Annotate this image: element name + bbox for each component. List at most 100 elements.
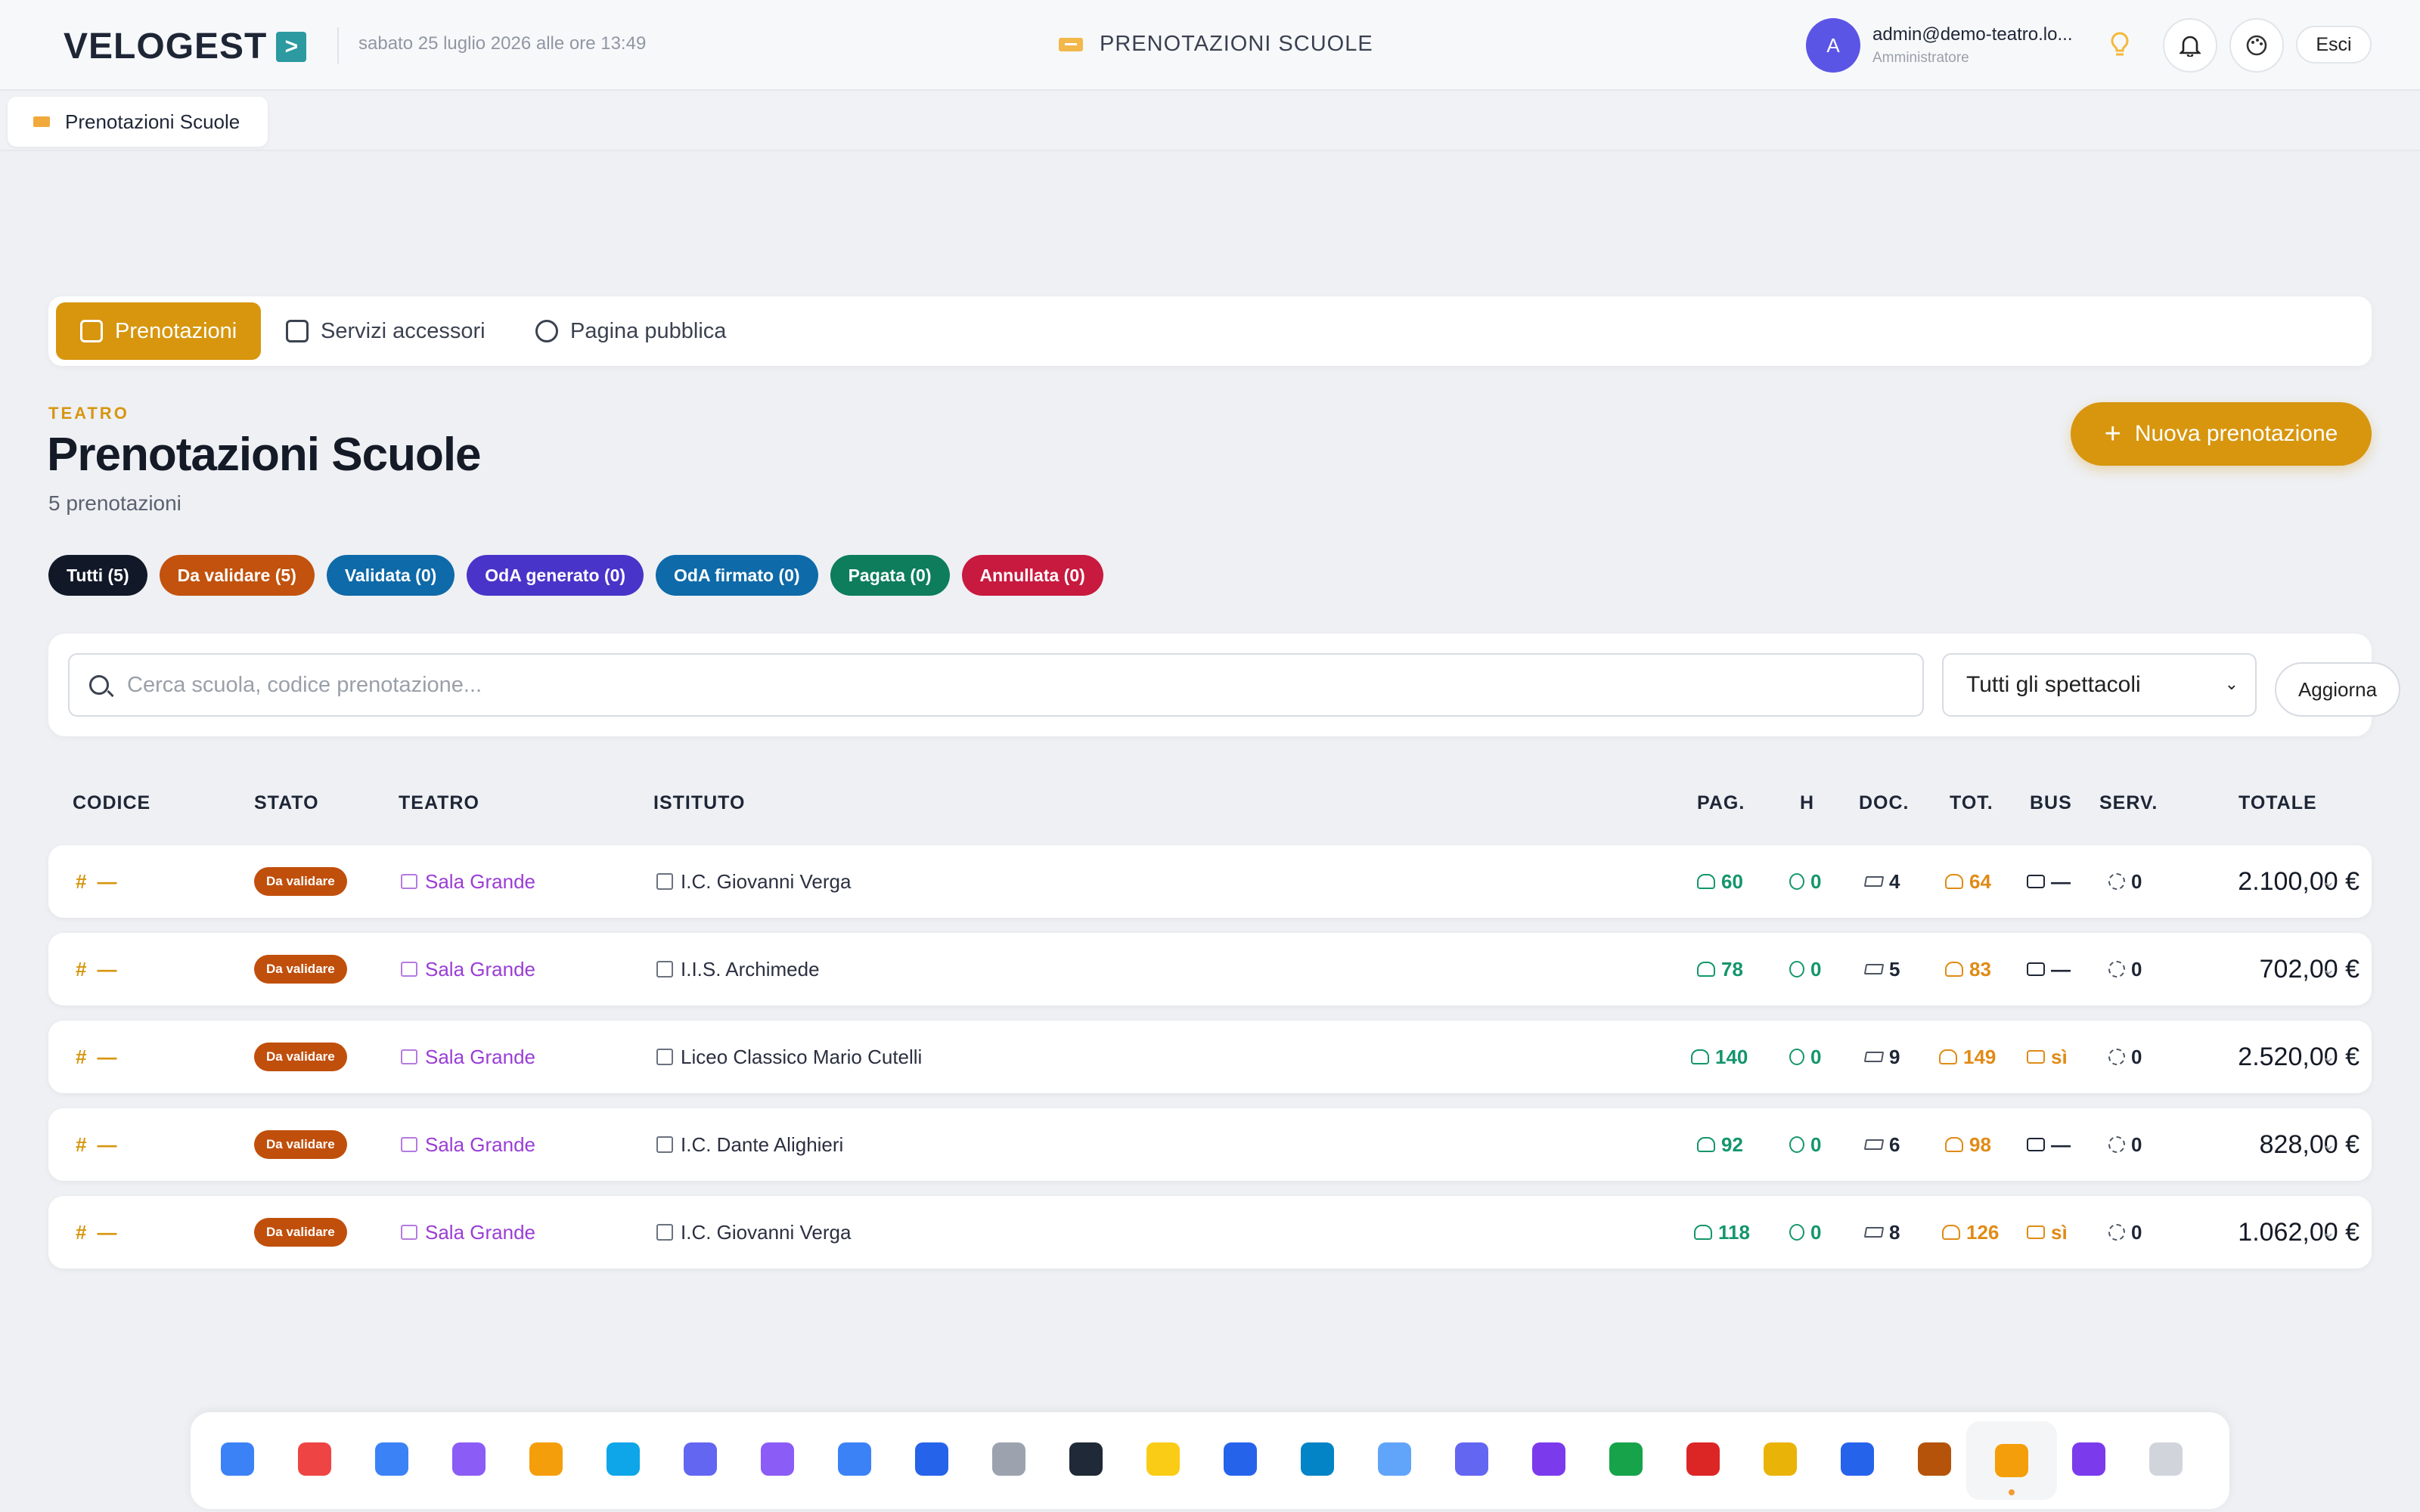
star-icon[interactable] <box>1143 1439 1183 1479</box>
filter-validata[interactable]: Validata (0) <box>326 555 455 596</box>
terminal-icon[interactable] <box>1066 1439 1106 1479</box>
top-bar: VELOGEST > sabato 25 luglio 2026 alle or… <box>0 0 2420 91</box>
page-title: Prenotazioni Scuole <box>47 429 482 481</box>
serv-value: 0 <box>2131 957 2142 981</box>
refresh-button[interactable]: Aggiorna <box>2275 662 2400 717</box>
col-stato[interactable]: STATO <box>254 792 319 814</box>
theatre-name[interactable]: Sala Grande <box>425 958 535 981</box>
booking-code: # — <box>76 1021 116 1093</box>
accessibility-icon <box>1789 961 1804 978</box>
calendar-icon[interactable] <box>295 1439 334 1479</box>
serv-value: 0 <box>2131 1220 2142 1244</box>
chevron-down-icon[interactable]: ⌄ <box>2322 1021 2335 1093</box>
theatre-masks-icon[interactable] <box>1761 1439 1800 1479</box>
doc-value: 4 <box>1889 869 1900 893</box>
apps-grid-icon[interactable] <box>218 1439 257 1479</box>
shop-icon[interactable] <box>1683 1439 1723 1479</box>
bell-icon[interactable] <box>2163 18 2217 73</box>
avatar[interactable]: A <box>1806 18 1860 73</box>
note-edit-icon[interactable] <box>2146 1439 2186 1479</box>
col-h[interactable]: H <box>1800 792 1814 814</box>
total-people-icon <box>1945 962 1963 977</box>
serv-value: 0 <box>2131 1132 2142 1156</box>
theatre-name[interactable]: Sala Grande <box>425 1221 535 1244</box>
filter-annullata[interactable]: Annullata (0) <box>961 555 1103 596</box>
theatre-name[interactable]: Sala Grande <box>425 1133 535 1157</box>
status-badge: Da validare <box>254 955 347 984</box>
calculator-icon[interactable] <box>758 1439 797 1479</box>
school-icon-glyph <box>1841 1442 1874 1476</box>
kanban-icon[interactable] <box>835 1439 874 1479</box>
bank-icon[interactable] <box>1915 1439 1954 1479</box>
open-page-tab[interactable]: Prenotazioni Scuole <box>8 97 268 147</box>
section-tabs: Prenotazioni Servizi accessori Pagina pu… <box>48 296 2372 366</box>
tab-servizi-accessori[interactable]: Servizi accessori <box>262 302 510 360</box>
home-icon[interactable] <box>2069 1439 2108 1479</box>
filter-oda-firmato[interactable]: OdA firmato (0) <box>656 555 818 596</box>
tab-prenotazioni[interactable]: Prenotazioni <box>56 302 262 360</box>
tab-pagina-pubblica[interactable]: Pagina pubblica <box>511 302 750 360</box>
col-tot[interactable]: TOT. <box>1950 792 1993 814</box>
app-dock <box>191 1412 2229 1509</box>
col-totale[interactable]: TOTALE <box>2238 792 2317 814</box>
app-logo[interactable]: VELOGEST > <box>64 26 307 67</box>
table-row[interactable]: # — Da validare Sala Grande Liceo Classic… <box>48 1021 2372 1093</box>
palette-icon[interactable] <box>2229 18 2284 73</box>
theatre-masks-icon-glyph <box>1764 1442 1797 1476</box>
filter-tutti[interactable]: Tutti (5) <box>48 555 147 596</box>
active-indicator <box>2009 1489 2015 1495</box>
filter-pagata[interactable]: Pagata (0) <box>830 555 950 596</box>
table-row[interactable]: # — Da validare Sala Grande I.C. Giovanni… <box>48 845 2372 918</box>
table-row[interactable]: # — Da validare Sala Grande I.I.S. Archim… <box>48 933 2372 1005</box>
filter-oda-generato[interactable]: OdA generato (0) <box>467 555 644 596</box>
theatre-name[interactable]: Sala Grande <box>425 870 535 894</box>
handshake-icon[interactable] <box>603 1439 643 1479</box>
trash-icon[interactable] <box>989 1439 1028 1479</box>
school-icon[interactable] <box>1838 1439 1877 1479</box>
terminal-icon-glyph <box>1069 1442 1103 1476</box>
show-select[interactable]: Tutti gli spettacoli ⌄ <box>1942 653 2257 717</box>
euro-ticket-icon[interactable] <box>1606 1439 1646 1479</box>
package-icon[interactable] <box>526 1439 566 1479</box>
hash-icon: # <box>76 957 87 981</box>
school-icon <box>656 1224 673 1241</box>
doc-value: 5 <box>1889 957 1900 981</box>
user-email[interactable]: admin@demo-teatro.lo... <box>1872 24 2072 45</box>
school-name: I.I.S. Archimede <box>681 957 820 981</box>
col-pag[interactable]: PAG. <box>1697 792 1745 814</box>
col-doc[interactable]: DOC. <box>1859 792 1910 814</box>
open-pages-bar: Prenotazioni Scuole <box>0 91 2420 151</box>
doc-value: 9 <box>1889 1045 1900 1068</box>
lightbulb-icon[interactable] <box>2110 32 2130 65</box>
ticket-icon[interactable] <box>1966 1421 2057 1500</box>
new-booking-button[interactable]: + Nuova prenotazione <box>2071 402 2372 466</box>
logout-button[interactable]: Esci <box>2296 26 2372 64</box>
hash-icon: # <box>76 1132 87 1156</box>
users-icon[interactable] <box>372 1439 411 1479</box>
chevron-down-icon[interactable]: ⌄ <box>2322 1108 2335 1181</box>
video-icon[interactable] <box>1529 1439 1568 1479</box>
headset-icon[interactable] <box>912 1439 951 1479</box>
calendar-icon <box>80 320 103 342</box>
filter-da-validare[interactable]: Da validare (5) <box>159 555 315 596</box>
col-codice[interactable]: CODICE <box>73 792 150 814</box>
col-teatro[interactable]: TEATRO <box>399 792 479 814</box>
tot-value: 126 <box>1966 1220 2000 1244</box>
search-input[interactable] <box>127 672 1866 698</box>
col-bus[interactable]: BUS <box>2030 792 2072 814</box>
mail-icon[interactable] <box>1375 1439 1414 1479</box>
theatre-name[interactable]: Sala Grande <box>425 1046 535 1069</box>
chevron-down-icon[interactable]: ⌄ <box>2322 845 2335 918</box>
chevron-down-icon[interactable]: ⌄ <box>2322 933 2335 1005</box>
network-icon[interactable] <box>449 1439 489 1479</box>
user-settings-icon[interactable] <box>1452 1439 1491 1479</box>
chevron-down-icon[interactable]: ⌄ <box>2322 1196 2335 1269</box>
table-row[interactable]: # — Da validare Sala Grande I.C. Dante Al… <box>48 1108 2372 1181</box>
globe-icon[interactable] <box>1298 1439 1337 1479</box>
user-settings-icon-glyph <box>1455 1442 1488 1476</box>
building-icon[interactable] <box>1221 1439 1260 1479</box>
id-card-icon[interactable] <box>681 1439 720 1479</box>
col-istituto[interactable]: ISTITUTO <box>653 792 745 814</box>
table-row[interactable]: # — Da validare Sala Grande I.C. Giovanni… <box>48 1196 2372 1269</box>
col-serv[interactable]: SERV. <box>2099 792 2158 814</box>
